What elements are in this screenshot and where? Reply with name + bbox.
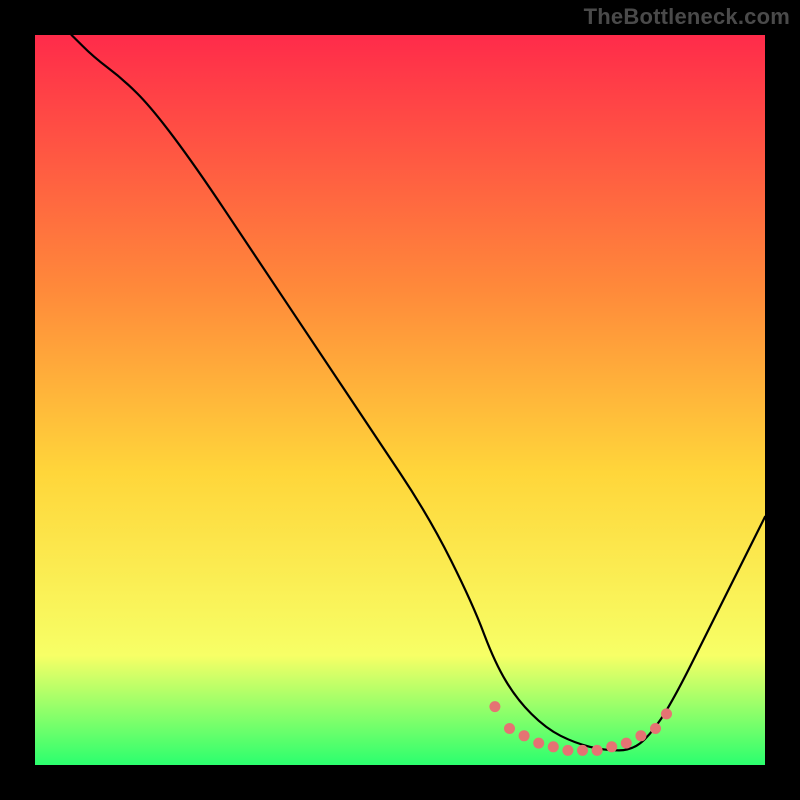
valley-dot <box>489 701 500 712</box>
watermark-text: TheBottleneck.com <box>584 4 790 30</box>
valley-dot <box>606 741 617 752</box>
valley-dot <box>548 741 559 752</box>
valley-dot <box>577 745 588 756</box>
valley-dot <box>519 730 530 741</box>
valley-dot <box>562 745 573 756</box>
valley-dot <box>621 738 632 749</box>
chart-frame: TheBottleneck.com <box>0 0 800 800</box>
chart-svg <box>35 35 765 765</box>
valley-dot <box>504 723 515 734</box>
valley-dot <box>635 730 646 741</box>
gradient-background <box>35 35 765 765</box>
valley-dot <box>592 745 603 756</box>
valley-dot <box>650 723 661 734</box>
valley-dot <box>533 738 544 749</box>
valley-dot <box>661 708 672 719</box>
plot-area <box>35 35 765 765</box>
